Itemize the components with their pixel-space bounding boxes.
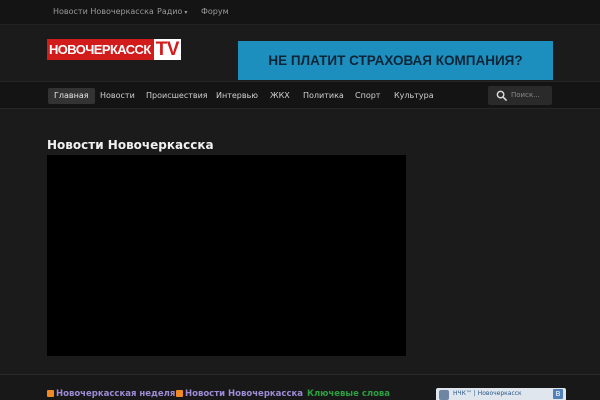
search-input[interactable]: Поиск...: [511, 91, 540, 99]
tab-news[interactable]: Новости: [100, 88, 135, 104]
topnav-radio-label: Радио: [157, 7, 183, 16]
top-nav: Новости Новочеркасска Радио ▾ Форум: [0, 0, 600, 25]
footer-link-news[interactable]: Новости Новочеркасска: [176, 389, 303, 399]
site-header: НОВОЧЕРКАССК TV НЕ ПЛАТИТ СТРАХОВАЯ КОМП…: [0, 25, 600, 81]
search-icon[interactable]: [496, 90, 507, 101]
logo-tv: TV: [153, 39, 181, 60]
search-box[interactable]: Поиск...: [488, 86, 552, 105]
video-player[interactable]: [47, 155, 406, 356]
tab-culture[interactable]: Культура: [394, 88, 434, 104]
topnav-forum-link[interactable]: Форум: [201, 7, 229, 16]
tab-incidents[interactable]: Происшествия: [146, 88, 208, 104]
site-logo[interactable]: НОВОЧЕРКАССК TV: [47, 39, 193, 60]
ad-banner[interactable]: НЕ ПЛАТИТ СТРАХОВАЯ КОМПАНИЯ?: [238, 41, 553, 80]
tab-home[interactable]: Главная: [48, 88, 95, 104]
vk-widget-title: НЧК™ | Новочеркасск: [453, 390, 522, 397]
chevron-down-icon: ▾: [184, 9, 188, 16]
footer-link-news-label: Новости Новочеркасска: [185, 389, 303, 399]
rss-icon: [47, 390, 54, 397]
tab-interview[interactable]: Интервью: [216, 88, 258, 104]
tab-housing[interactable]: ЖКХ: [270, 88, 290, 104]
tab-sport[interactable]: Спорт: [355, 88, 380, 104]
main-nav: Главная Новости Происшествия Интервью ЖК…: [0, 81, 600, 109]
footer-link-weekly-label: Новочеркасская неделя: [56, 389, 176, 399]
footer-link-weekly[interactable]: Новочеркасская неделя: [47, 389, 175, 399]
topnav-radio-menu[interactable]: Радио ▾: [157, 7, 187, 16]
vk-widget[interactable]: НЧК™ | Новочеркасск В: [436, 388, 566, 400]
page-title: Новости Новочеркасска: [47, 138, 214, 152]
footer-link-keywords[interactable]: Ключевые слова: [307, 389, 390, 399]
avatar: [439, 390, 449, 400]
rss-icon: [176, 390, 183, 397]
vk-badge: В: [553, 389, 563, 399]
topnav-news-link[interactable]: Новости Новочеркасска: [53, 7, 154, 16]
tab-politics[interactable]: Политика: [303, 88, 344, 104]
footer: Новочеркасская неделя Новости Новочеркас…: [0, 374, 600, 400]
logo-text: НОВОЧЕРКАССК: [47, 39, 154, 60]
